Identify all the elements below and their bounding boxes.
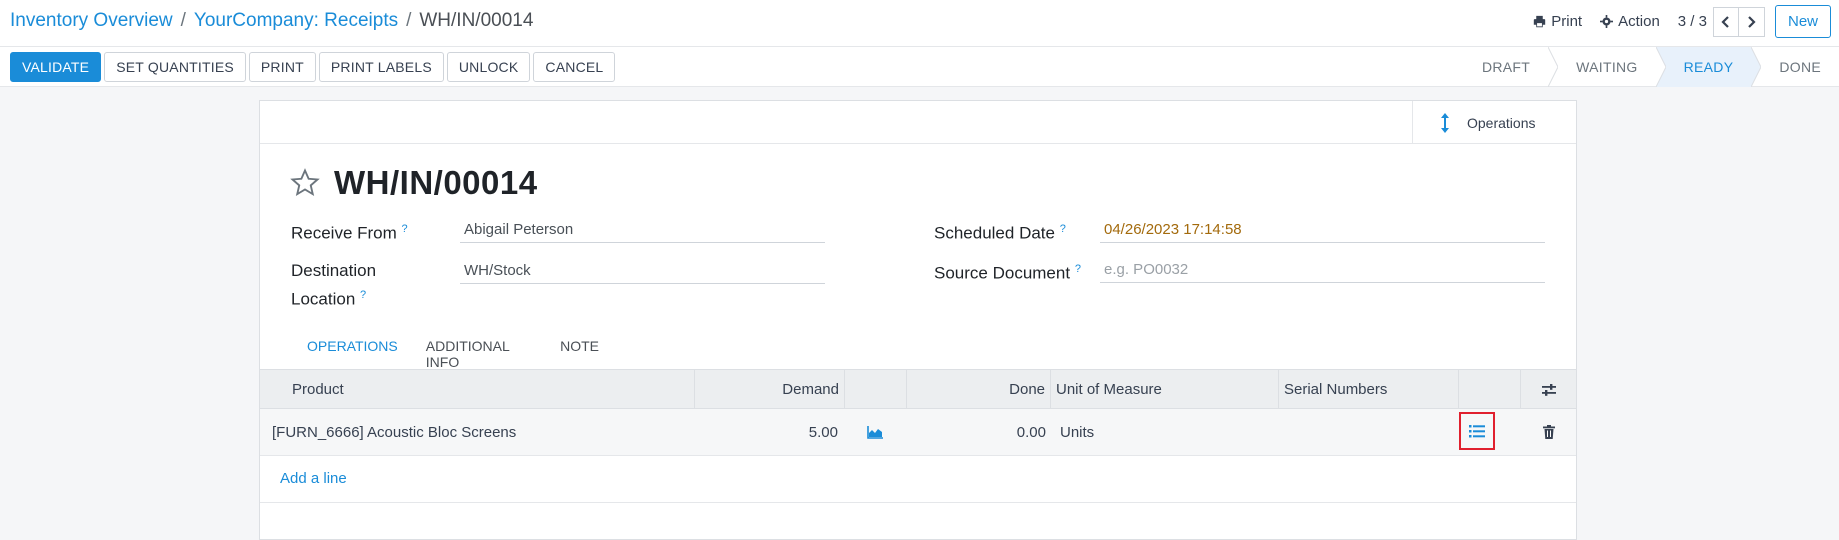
breadcrumb: Inventory Overview / YourCompany: Receip… — [10, 10, 533, 32]
action-buttons: VALIDATE SET QUANTITIES PRINT PRINT LABE… — [10, 52, 616, 82]
action-label: Action — [1618, 13, 1660, 30]
set-quantities-button[interactable]: SET QUANTITIES — [104, 52, 246, 82]
destination-location-field[interactable]: WH/Stock — [460, 258, 825, 284]
status-arrow-divider — [1751, 47, 1762, 87]
print-icon — [1534, 15, 1546, 28]
status-ready[interactable]: READY — [1665, 47, 1752, 87]
breadcrumb-separator: / — [180, 10, 186, 31]
status-arrow-divider — [1548, 47, 1559, 87]
status-arrow-divider — [1655, 47, 1666, 87]
add-line-link[interactable]: Add a line — [280, 470, 347, 487]
sliders-icon — [1541, 383, 1556, 396]
status-waiting[interactable]: WAITING — [1558, 47, 1655, 87]
record-title: WH/IN/00014 — [334, 164, 538, 201]
control-panel-top: Inventory Overview / YourCompany: Receip… — [0, 0, 1839, 47]
breadcrumb-separator: / — [406, 10, 412, 31]
print-button[interactable]: PRINT — [248, 52, 316, 82]
receive-from-label: Receive From ? — [291, 223, 408, 243]
breadcrumb-inventory-overview[interactable]: Inventory Overview — [10, 10, 173, 32]
pager-previous-button[interactable] — [1712, 6, 1739, 37]
unlock-button[interactable]: UNLOCK — [446, 52, 531, 82]
column-forecast-spacer — [845, 370, 907, 409]
print-labels-button[interactable]: PRINT LABELS — [318, 52, 444, 82]
chevron-right-icon — [1748, 15, 1757, 28]
status-done[interactable]: DONE — [1761, 47, 1839, 87]
forecast-report-button[interactable] — [850, 409, 900, 455]
operations-table: Product Demand Done Unit of Measure Seri… — [260, 369, 1576, 503]
print-dropdown[interactable]: Print — [1533, 13, 1582, 30]
table-row[interactable]: [FURN_6666] Acoustic Bloc Screens 5.00 0… — [260, 409, 1576, 456]
validate-button[interactable]: VALIDATE — [10, 52, 102, 82]
vertical-arrows-icon — [1441, 112, 1449, 133]
row-unit-of-measure: Units — [1060, 423, 1095, 441]
pager-next-button[interactable] — [1738, 6, 1765, 37]
destination-location-label: Destination Location ? — [291, 261, 377, 309]
column-unit-of-measure[interactable]: Unit of Measure — [1051, 370, 1279, 409]
column-serial-numbers[interactable]: Serial Numbers — [1279, 370, 1459, 409]
breadcrumb-receipts[interactable]: YourCompany: Receipts — [194, 10, 398, 32]
new-button[interactable]: New — [1774, 5, 1831, 38]
area-chart-icon — [867, 425, 883, 439]
top-right-controls: Print Action 3 / 3 New — [1533, 5, 1831, 38]
row-product: [FURN_6666] Acoustic Bloc Screens — [272, 423, 517, 441]
column-product[interactable]: Product — [260, 370, 695, 409]
row-done[interactable]: 0.00 — [907, 409, 1046, 455]
add-line-row: Add a line — [260, 456, 1576, 503]
column-demand[interactable]: Demand — [695, 370, 845, 409]
source-document-label: Source Document ? — [934, 263, 1081, 283]
source-document-field[interactable]: e.g. PO0032 — [1100, 257, 1545, 283]
trash-icon — [1542, 425, 1555, 439]
operations-label: Operations — [1467, 114, 1536, 131]
list-icon — [1469, 424, 1485, 437]
pager-value: 3 / 3 — [1677, 13, 1707, 30]
detailed-operations-button[interactable] — [1459, 412, 1495, 450]
button-box: Operations — [260, 101, 1576, 144]
action-dropdown[interactable]: Action — [1600, 13, 1660, 30]
cancel-button[interactable]: CANCEL — [533, 52, 616, 82]
form-sheet: Operations WH/IN/00014 Receive From ? Ab… — [259, 100, 1577, 540]
status-bar: DRAFT WAITING READY DONE — [1464, 47, 1839, 87]
record-title-row: WH/IN/00014 — [290, 164, 538, 202]
scheduled-date-field[interactable]: 04/26/2023 17:14:58 — [1100, 217, 1545, 243]
gear-icon — [1600, 15, 1614, 28]
column-detail-spacer — [1459, 370, 1521, 409]
action-bar: VALIDATE SET QUANTITIES PRINT PRINT LABE… — [0, 47, 1839, 87]
star-icon[interactable] — [290, 168, 320, 198]
scheduled-date-label: Scheduled Date ? — [934, 223, 1066, 243]
print-label: Print — [1551, 13, 1583, 30]
optional-columns-toggle[interactable] — [1521, 370, 1576, 409]
delete-row-button[interactable] — [1521, 409, 1576, 455]
chevron-left-icon — [1721, 15, 1729, 28]
status-draft[interactable]: DRAFT — [1464, 47, 1548, 87]
table-header: Product Demand Done Unit of Measure Seri… — [260, 369, 1576, 409]
receive-from-field[interactable]: Abigail Peterson — [460, 217, 825, 243]
column-done[interactable]: Done — [907, 370, 1051, 409]
operations-smart-button[interactable]: Operations — [1412, 101, 1576, 144]
breadcrumb-current: WH/IN/00014 — [419, 10, 534, 31]
row-demand: 5.00 — [808, 423, 838, 441]
